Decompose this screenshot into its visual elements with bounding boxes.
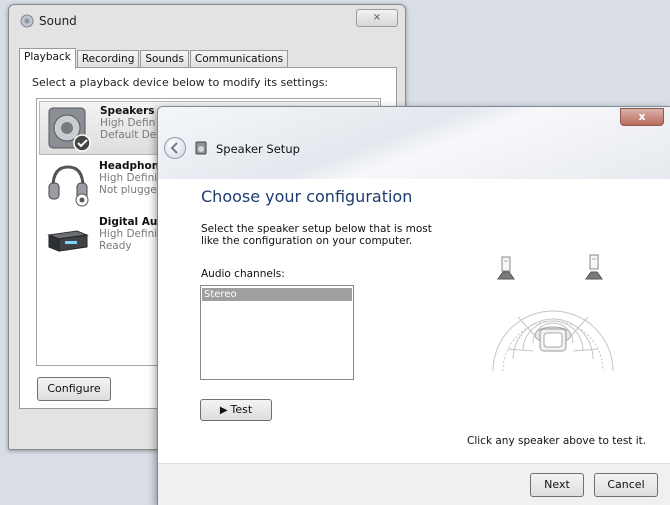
next-button[interactable]: Next (530, 473, 584, 497)
page-heading: Choose your configuration (201, 187, 413, 206)
setup-description: Select the speaker setup below that is m… (201, 223, 432, 247)
audio-channels-list[interactable]: Stereo (200, 285, 354, 380)
sound-title: Sound (39, 14, 77, 28)
close-button[interactable]: x (620, 108, 664, 126)
tab-strip: Playback Recording Sounds Communications (19, 48, 289, 69)
playback-instruction: Select a playback device below to modify… (32, 76, 329, 89)
play-icon: ▶ (219, 405, 228, 416)
configure-button[interactable]: Configure (37, 377, 111, 401)
chair-icon (534, 326, 572, 352)
setup-footer: Next Cancel (158, 463, 670, 505)
right-speaker-icon (585, 254, 603, 280)
device-status: Default Dev (100, 129, 163, 141)
test-hint: Click any speaker above to test it. (467, 435, 647, 447)
sound-titlebar[interactable]: Sound ⨯ (9, 5, 405, 35)
tab-sounds[interactable]: Sounds (140, 50, 189, 68)
channel-item-stereo[interactable]: Stereo (202, 288, 352, 301)
audio-channels-label: Audio channels: (201, 268, 285, 280)
back-arrow-icon (170, 142, 178, 154)
device-driver: High Defin (100, 117, 156, 129)
device-name: Digital Aud (99, 216, 165, 228)
setup-title: Speaker Setup (216, 142, 300, 156)
sound-icon (20, 14, 34, 28)
speaker-diagram (492, 254, 614, 371)
device-driver: High Defini (99, 228, 158, 240)
headphones-icon (48, 165, 89, 207)
test-button-label: Test (230, 403, 253, 416)
digital-audio-icon (47, 230, 89, 252)
tab-communications[interactable]: Communications (189, 50, 289, 68)
close-button[interactable]: ⨯ (356, 9, 398, 27)
speaker-setup-icon (195, 141, 207, 155)
test-button[interactable]: ▶ Test (200, 399, 272, 421)
tab-recording[interactable]: Recording (76, 50, 140, 68)
tab-playback[interactable]: Playback (19, 48, 76, 69)
cancel-button[interactable]: Cancel (594, 473, 658, 497)
left-speaker-icon (497, 256, 515, 280)
device-status: Ready (99, 240, 132, 252)
device-name: Speakers (100, 105, 155, 117)
speaker-setup-dialog: x Speaker Setup Choose your configuratio… (157, 106, 670, 505)
back-button[interactable] (164, 137, 186, 159)
setup-body: Choose your configuration Select the spe… (158, 179, 670, 463)
speaker-icon (48, 107, 91, 152)
setup-titlebar[interactable]: x Speaker Setup (158, 107, 670, 179)
